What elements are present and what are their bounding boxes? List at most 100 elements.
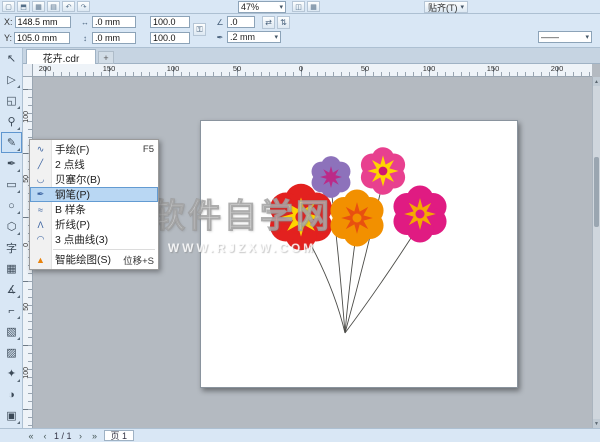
ruler-label: 50 [23, 303, 30, 311]
y-label: Y: [4, 33, 12, 43]
zoom-tool[interactable]: ⚲ [1, 111, 22, 132]
menu-item-b-spline[interactable]: ≈ B 样条 [30, 202, 158, 217]
line-style-select[interactable]: —— ▾ [538, 31, 592, 43]
horizontal-ruler[interactable]: 200 150 100 50 0 50 100 150 200 [33, 64, 592, 77]
ruler-label: 50 [233, 64, 241, 73]
polygon-tool[interactable]: ⬡ [1, 216, 22, 237]
flower-red[interactable] [270, 184, 332, 251]
rectangle-tool[interactable]: ▭ [1, 174, 22, 195]
next-page-button[interactable]: › [76, 431, 86, 441]
flower-pink[interactable] [361, 147, 405, 195]
object-height-field[interactable]: .0 mm [92, 32, 136, 44]
crop-tool[interactable]: ◱ [1, 90, 22, 111]
ruler-label: 150 [487, 64, 500, 73]
ruler-label: 100 [423, 64, 436, 73]
mirror-horizontal-button[interactable]: ⇄ [262, 16, 275, 29]
document-tab-bar: 花卉.cdr + [23, 48, 600, 64]
ruler-label: 100 [167, 64, 180, 73]
page-tab[interactable]: 页 1 [104, 430, 135, 441]
scroll-down-icon[interactable]: ▼ [593, 419, 600, 428]
undo-icon[interactable]: ↶ [62, 1, 75, 12]
interactive-fill-tool[interactable]: ◑ [1, 384, 22, 405]
chevron-down-icon: ▾ [582, 33, 589, 41]
smart-drawing-icon: ▲ [30, 255, 51, 265]
ellipse-tool[interactable]: ○ [1, 195, 22, 216]
object-width-field[interactable]: .0 mm [92, 16, 136, 28]
x-position-field[interactable]: 148.5 mm [15, 16, 71, 28]
print-icon[interactable]: ▤ [47, 1, 60, 12]
new-document-icon[interactable]: ▢ [2, 1, 15, 12]
curve-tools-flyout-menu: ∿ 手绘(F) F5 ╱ 2 点线 ◡ 贝塞尔(B) ✒ 钢笔(P) ≈ B 样… [29, 139, 159, 270]
three-point-curve-icon: ◠ [30, 234, 51, 245]
new-tab-button[interactable]: + [98, 51, 114, 64]
smart-fill-tool[interactable]: ▣ [1, 405, 22, 426]
open-icon[interactable]: ⬒ [17, 1, 30, 12]
menu-item-smart-drawing[interactable]: ▲ 智能绘图(S) 位移+S [30, 252, 158, 267]
rotation-group: ∠ .0 [215, 16, 255, 28]
menu-item-bezier[interactable]: ◡ 贝塞尔(B) [30, 172, 158, 187]
scale-y-field[interactable]: 100.0 [150, 32, 190, 44]
menu-item-freehand[interactable]: ∿ 手绘(F) F5 [30, 142, 158, 157]
table-tool[interactable]: ▦ [1, 258, 22, 279]
mirror-vertical-button[interactable]: ⇅ [277, 16, 290, 29]
menu-item-2-point-line[interactable]: ╱ 2 点线 [30, 157, 158, 172]
width-icon: ↔ [80, 18, 90, 27]
scale-x-field[interactable]: 100.0 [150, 16, 190, 28]
previous-page-button[interactable]: ‹ [40, 431, 50, 441]
document-tab-active[interactable]: 花卉.cdr [26, 49, 96, 64]
redo-icon[interactable]: ↷ [77, 1, 90, 12]
menu-item-3-point-curve[interactable]: ◠ 3 点曲线(3) [30, 232, 158, 247]
menu-item-label: 3 点曲线(3) [55, 232, 108, 247]
menu-item-shortcut: F5 [143, 144, 154, 155]
flower-orange[interactable] [330, 190, 383, 247]
snap-to-label: 贴齐(T) [428, 1, 458, 14]
outline-width-group: ✒ .2 mm ▾ [215, 31, 281, 43]
y-position-field[interactable]: 105.0 mm [14, 32, 70, 44]
property-bar: X: 148.5 mm Y: 105.0 mm ↔ .0 mm ↕ .0 mm … [0, 14, 600, 48]
connector-tool[interactable]: ⌐ [1, 300, 22, 321]
eyedropper-tool[interactable]: ✦ [1, 363, 22, 384]
flower-purple[interactable] [312, 156, 351, 198]
first-page-button[interactable]: « [26, 431, 36, 441]
drop-shadow-tool[interactable]: ▧ [1, 321, 22, 342]
rotation-angle-field[interactable]: .0 [227, 16, 255, 28]
ruler-label: 50 [361, 64, 369, 73]
x-label: X: [4, 17, 13, 27]
artistic-media-tool[interactable]: ✒ [1, 153, 22, 174]
ruler-corner [23, 64, 33, 77]
two-point-line-icon: ╱ [30, 159, 51, 170]
outline-pen-icon: ✒ [215, 33, 225, 42]
zoom-level-select[interactable]: 47% ▾ [238, 1, 286, 13]
full-screen-preview-icon[interactable]: ◫ [292, 1, 305, 12]
vertical-scrollbar[interactable]: ▲ ▼ [592, 77, 600, 428]
lock-ratio-button[interactable]: ⚿ [193, 23, 206, 36]
dimension-tool[interactable]: ∡ [1, 279, 22, 300]
transparency-tool[interactable]: ▨ [1, 342, 22, 363]
chevron-down-icon: ▾ [271, 33, 278, 41]
last-page-button[interactable]: » [90, 431, 100, 441]
text-tool[interactable]: 字 [1, 237, 22, 258]
save-icon[interactable]: ▦ [32, 1, 45, 12]
zoom-level-value: 47% [241, 2, 259, 12]
menu-item-label: 折线(P) [55, 217, 90, 232]
flower-magenta[interactable] [393, 186, 446, 243]
scrollbar-thumb[interactable] [594, 157, 599, 227]
standard-toolbar-icons: ▢ ⬒ ▦ ▤ ↶ ↷ [2, 1, 90, 12]
pick-tool[interactable]: ↖ [1, 48, 22, 69]
ruler-label: 0 [299, 64, 303, 73]
freehand-tool[interactable]: ✎ [1, 132, 22, 153]
menu-item-label: 智能绘图(S) [55, 252, 111, 267]
menu-item-pen[interactable]: ✒ 钢笔(P) [30, 187, 158, 202]
menu-item-label: B 样条 [55, 202, 86, 217]
menu-item-polyline[interactable]: Λ 折线(P) [30, 217, 158, 232]
outline-width-select[interactable]: .2 mm ▾ [227, 31, 281, 43]
menu-item-label: 手绘(F) [55, 142, 89, 157]
menu-item-label: 钢笔(P) [55, 187, 90, 202]
scroll-up-icon[interactable]: ▲ [593, 77, 600, 86]
page-indicator: 1 / 1 [54, 431, 72, 441]
shape-tool[interactable]: ▷ [1, 69, 22, 90]
freehand-icon: ∿ [30, 144, 51, 155]
snap-to-button[interactable]: 贴齐(T) ▾ [424, 1, 468, 13]
menu-item-shortcut: 位移+S [123, 253, 154, 267]
show-grid-icon[interactable]: ▦ [307, 1, 320, 12]
